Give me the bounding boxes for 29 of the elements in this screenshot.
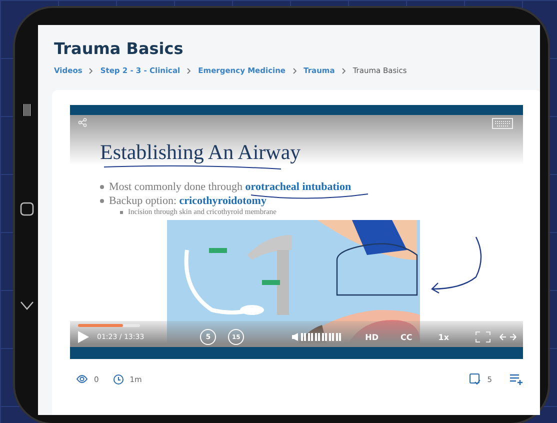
recent-apps-icon[interactable] <box>22 103 30 117</box>
quality-button[interactable]: HD <box>365 332 379 342</box>
slide-title: Establishing An Airway <box>100 140 301 165</box>
chevron-right-icon <box>292 68 297 74</box>
eye-icon <box>76 374 88 384</box>
fullscreen-button[interactable] <box>475 331 491 343</box>
slide-bullet: Most commonly done through orotracheal intubation <box>109 181 352 194</box>
arrows-icon[interactable] <box>499 333 517 341</box>
chevron-down-icon[interactable] <box>20 301 34 310</box>
play-button[interactable] <box>78 331 89 343</box>
page-title: Trauma Basics <box>54 39 184 58</box>
chevron-right-icon <box>187 68 192 74</box>
share-icon[interactable] <box>78 118 87 127</box>
bullet-icon <box>100 185 104 190</box>
clock-icon <box>112 374 124 384</box>
keyboard-icon[interactable] <box>492 118 513 129</box>
volume-slider[interactable] <box>300 333 342 341</box>
captions-button[interactable]: CC <box>400 332 412 342</box>
chevron-right-icon <box>342 68 346 74</box>
quiz-icon[interactable] <box>469 373 482 385</box>
bullet-icon <box>100 198 104 203</box>
handwritten-arrow <box>428 235 484 295</box>
slide-bullet: Backup option: cricothyroidotomy <box>109 194 266 208</box>
playlist-add-icon[interactable] <box>510 374 523 384</box>
progress-bar[interactable] <box>78 324 140 327</box>
bullet-icon <box>120 211 123 214</box>
speed-button[interactable]: 1x <box>438 332 449 342</box>
home-icon[interactable] <box>20 202 34 216</box>
chevron-right-icon <box>89 68 94 74</box>
